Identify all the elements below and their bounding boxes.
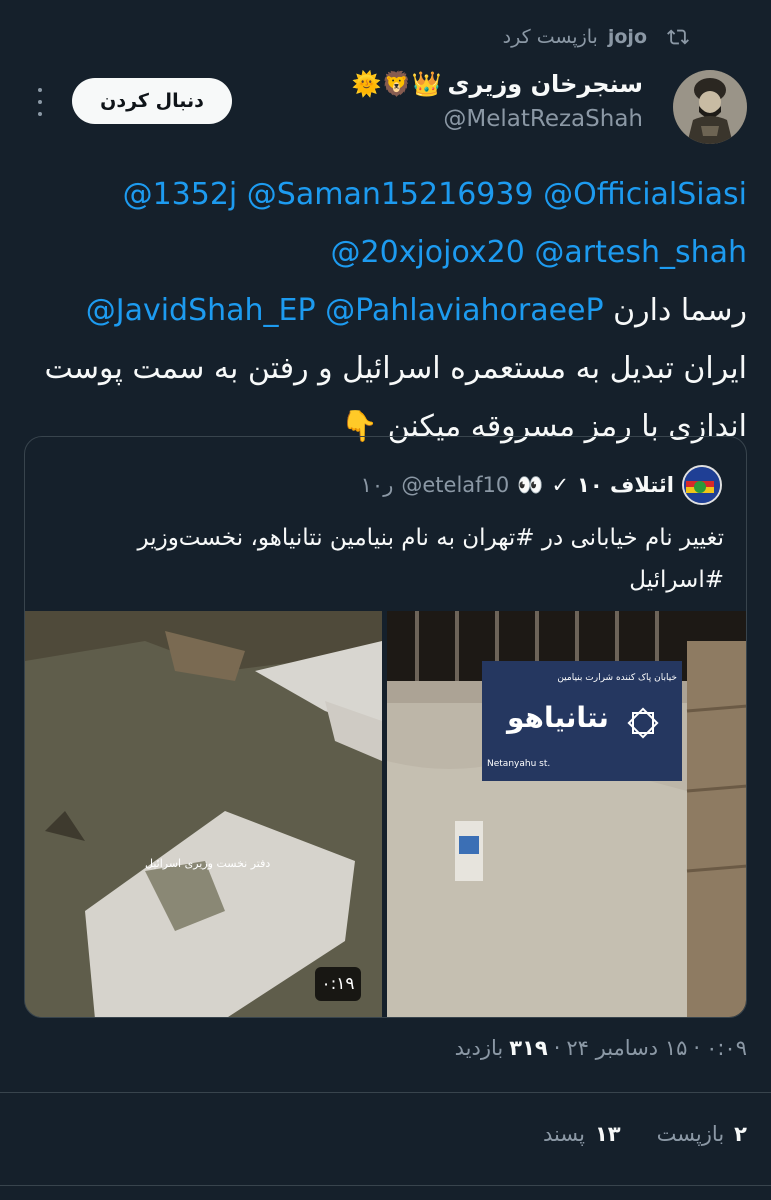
author-handle[interactable]: @MelatRezaShah [352,106,643,132]
quote-time: ۱۰ر [360,473,394,497]
author-display-name[interactable]: سنجرخان وزیری [448,70,643,98]
tweet-line-3: رسما دارن @PahlaviahoraeeP @JavidShah_EP [24,282,747,340]
author-avatar[interactable] [673,70,747,144]
sign-main-text: نتانیاهو [507,701,609,734]
tweet-text: @OfficialSiasi @Saman15216939 @1352j @ar… [24,166,747,456]
tweet-text-2: ایران تبدیل به مستعمره اسرائیل و رفتن به… [44,351,747,386]
video-duration: ۰:۱۹ [315,967,361,1001]
quote-avatar[interactable] [682,465,722,505]
video-thumbnail[interactable]: دفتر نخست وزیری اسرائیل ۰:۱۹ [25,611,382,1017]
reposts-label: بازپست [656,1122,725,1146]
repost-user[interactable]: jojo [608,26,647,48]
repost-indicator[interactable]: jojo بازپست کرد [503,22,691,52]
tehran-logo-icon [627,707,659,739]
likes-count: ۱۳ [594,1122,621,1146]
mention-link[interactable]: @artesh_shah [534,235,747,270]
tweet-line-1: @OfficialSiasi @Saman15216939 @1352j [24,166,747,224]
sign-latin-text: Netanyahu st. [487,759,551,769]
quote-author-name[interactable]: ائتلاف ۱۰ [577,473,674,497]
tweet-line-2: @artesh_shah @20xjojox20 [24,224,747,282]
sign-top-text: خیابان پاک کننده شرارت بنیامین [557,673,677,683]
views-label: بازدید [454,1036,504,1060]
mention-link[interactable]: @Saman15216939 [247,177,534,212]
reposts-count: ۲ [734,1122,747,1146]
tweet-date[interactable]: ۱۵ دسامبر ۲۴ [566,1036,687,1060]
mention-link[interactable]: @PahlaviahoraeeP [325,293,603,328]
quote-text: تغییر نام خیابانی در #تهران به نام بنیام… [47,517,725,601]
separator-dot: · [553,1036,561,1060]
more-options-icon[interactable] [30,88,50,116]
repost-icon [667,29,689,45]
follow-button[interactable]: دنبال کردن [72,78,232,124]
author-emoji: 👑🦁🌞 [351,70,442,98]
repost-label: بازپست کرد [502,26,598,48]
divider [0,1092,771,1093]
mention-link[interactable]: @OfficialSiasi [543,177,747,212]
author-info[interactable]: سنجرخان وزیری 👑🦁🌞 @MelatRezaShah [352,70,643,132]
separator-dot: · [693,1036,701,1060]
eyes-emoji: 👀 [517,472,544,497]
likes-label: پسند [542,1122,585,1146]
quote-text-2: #اسرائیل [629,567,724,593]
verified-check-icon: ✓ [551,473,570,497]
quote-text-1: تغییر نام خیابانی در #تهران به نام بنیام… [137,525,725,551]
video-caption: دفتر نخست وزیری اسرائیل [145,857,271,870]
quoted-tweet[interactable]: ائتلاف ۱۰ ✓ 👀 @etelaf10 ۱۰ر تغییر نام خی… [24,436,747,1018]
quote-author-handle[interactable]: @etelaf10 [401,473,509,497]
engagement-stats: ۲ بازپست ۱۳ پسند [543,1122,747,1146]
tweet-text-1: رسما دارن [613,293,747,328]
street-sign-photo[interactable]: خیابان پاک کننده شرارت بنیامین نتانیاهو … [387,611,746,1017]
quote-header: ائتلاف ۱۰ ✓ 👀 @etelaf10 ۱۰ر [361,465,722,505]
divider [0,1185,771,1186]
likes-stat[interactable]: ۱۳ پسند [543,1122,621,1146]
mention-link[interactable]: @20xjojox20 [331,235,525,270]
tweet-meta: ۰:۰۹ · ۱۵ دسامبر ۲۴ · ۳۱۹ بازدید [455,1036,747,1060]
reposts-stat[interactable]: ۲ بازپست [657,1122,747,1146]
mention-link[interactable]: @JavidShah_EP [86,293,316,328]
mention-link[interactable]: @1352j [123,177,238,212]
tweet-time[interactable]: ۰:۰۹ [706,1036,747,1060]
views-count: ۳۱۹ [509,1036,548,1060]
